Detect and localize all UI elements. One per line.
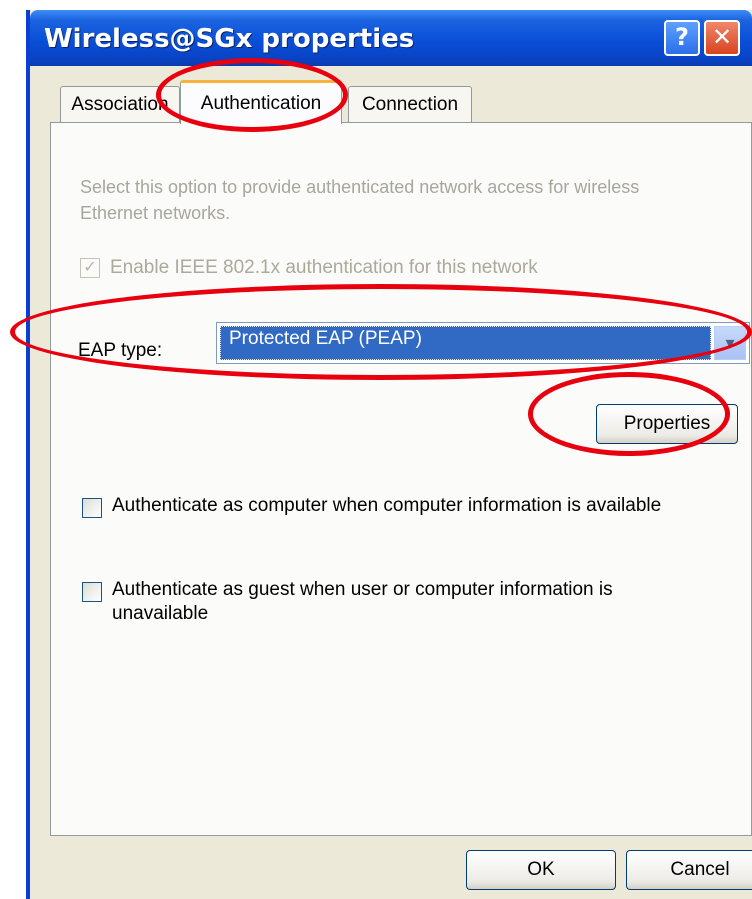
checkmark-icon: ✓ bbox=[83, 259, 97, 276]
auth-as-computer-checkbox[interactable] bbox=[82, 498, 102, 518]
auth-as-guest-checkbox[interactable] bbox=[82, 582, 102, 602]
annotation-ellipse-eap-type bbox=[10, 284, 752, 380]
enable-8021x-label: Enable IEEE 802.1x authentication for th… bbox=[110, 257, 538, 278]
auth-as-computer-label: Authenticate as computer when computer i… bbox=[112, 495, 662, 516]
auth-as-guest-label: Authenticate as guest when user or compu… bbox=[112, 579, 613, 624]
annotation-ellipse-properties-button bbox=[528, 372, 730, 456]
annotation-ellipse-authentication-tab bbox=[156, 58, 348, 132]
title-bar[interactable]: Wireless@SGx properties ? ✕ bbox=[30, 10, 752, 66]
close-button[interactable]: ✕ bbox=[704, 20, 740, 56]
tab-connection[interactable]: Connection bbox=[348, 86, 472, 122]
enable-8021x-checkbox[interactable]: ✓ bbox=[80, 258, 100, 278]
tab-panel-authentication bbox=[50, 122, 752, 836]
authentication-description: Select this option to provide authentica… bbox=[80, 177, 640, 223]
cancel-button[interactable]: Cancel bbox=[626, 850, 752, 890]
help-button[interactable]: ? bbox=[664, 20, 700, 56]
ok-button[interactable]: OK bbox=[466, 850, 616, 890]
window-title: Wireless@SGx properties bbox=[44, 24, 415, 54]
